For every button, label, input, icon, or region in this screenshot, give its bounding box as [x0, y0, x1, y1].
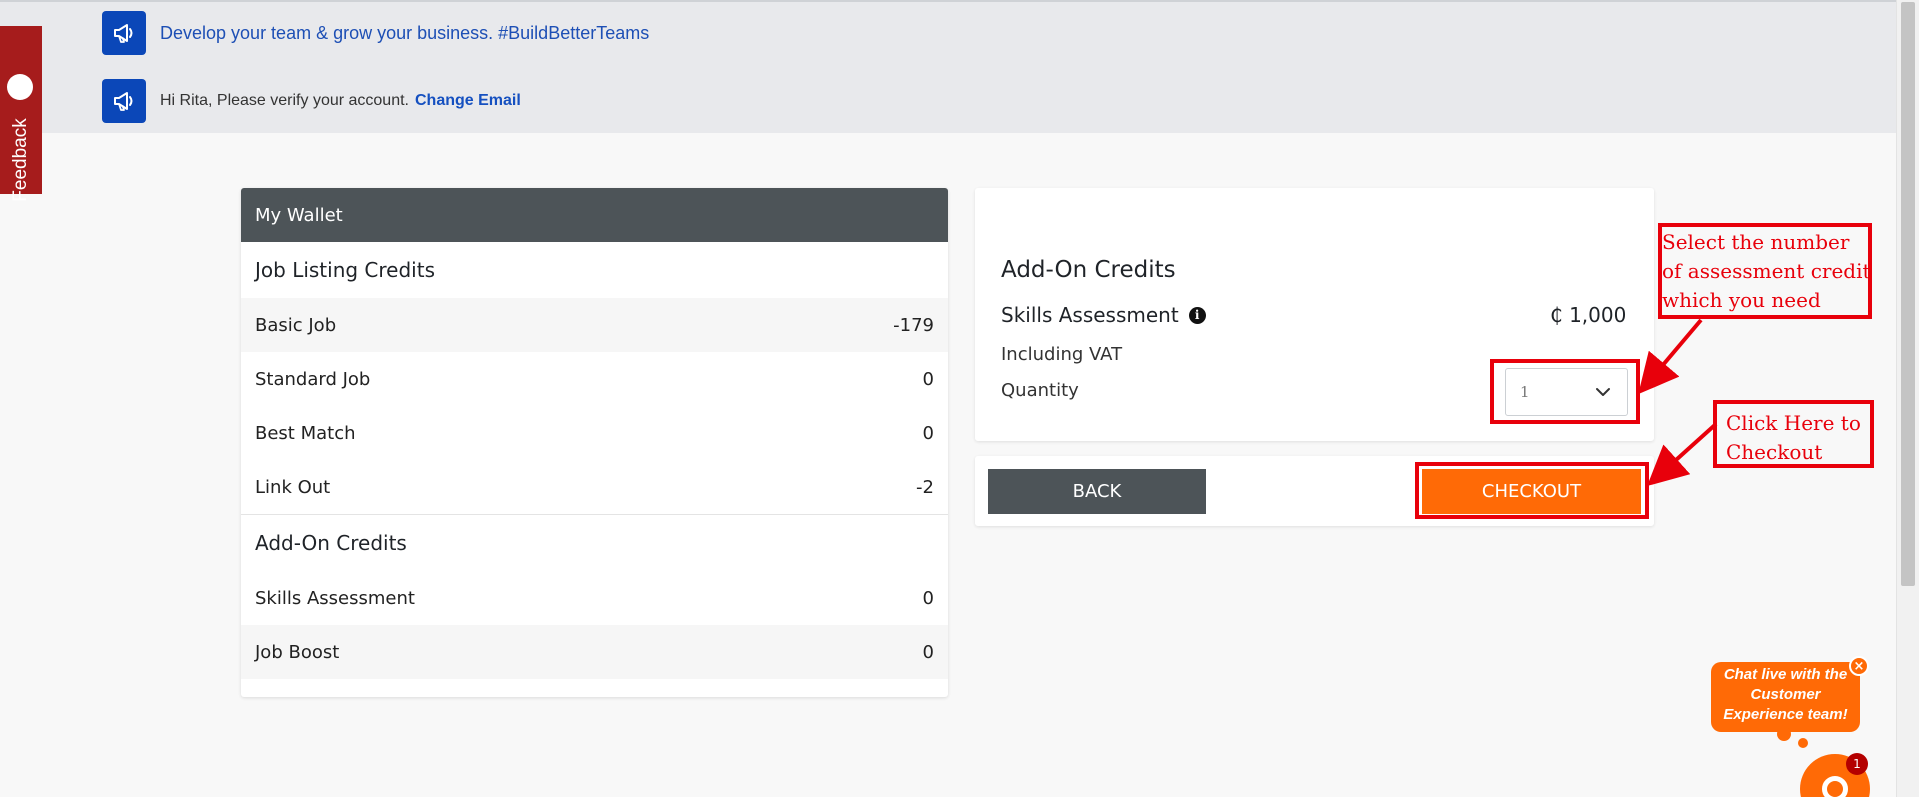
annotation-box-quantity-select [1490, 359, 1640, 424]
feedback-label: Feedback [10, 118, 31, 202]
wallet-row-label: Job Boost [255, 641, 340, 663]
chat-icon [1822, 776, 1848, 797]
annotation-line: Select the number [1662, 230, 1850, 254]
notice-build-teams: Develop your team & grow your business. … [102, 11, 649, 55]
wallet-row-label: Best Match [255, 422, 356, 444]
addon-purchase-title: Add-On Credits [1001, 257, 1176, 283]
wallet-row-value: 0 [922, 368, 934, 390]
megaphone-icon [102, 11, 146, 55]
info-icon[interactable]: i [1188, 306, 1206, 324]
wallet-row-label: Skills Assessment [255, 587, 415, 609]
wallet-row-label: Link Out [255, 476, 331, 498]
wallet-row-skills-assessment: Skills Assessment 0 [241, 571, 948, 625]
arrow-to-quantity [1638, 318, 1703, 395]
annotation-line: which you need [1662, 288, 1821, 312]
notice-text: Hi Rita, Please verify your account. [160, 92, 409, 109]
wallet-row-job-boost: Job Boost 0 [241, 625, 948, 679]
annotation-box-checkout [1415, 462, 1649, 519]
chat-notification-badge: 1 [1846, 753, 1868, 775]
change-email-link[interactable]: Change Email [415, 92, 521, 110]
item-price: ₵ 1,000 [1550, 303, 1627, 327]
scrollbar[interactable] [1896, 0, 1919, 797]
quantity-label: Quantity [1001, 380, 1079, 401]
addon-credits-title: Add-On Credits [255, 531, 407, 555]
skills-assessment-item: Skills Assessment i [1001, 303, 1206, 327]
annotation-checkout-note: Click Here to Checkout [1726, 409, 1861, 467]
feedback-bubble-icon [7, 74, 33, 100]
scrollbar-thumb[interactable] [1901, 2, 1915, 586]
arrow-to-checkout [1647, 422, 1718, 487]
wallet-row-label: Standard Job [255, 368, 371, 390]
wallet-row-value: 0 [922, 587, 934, 609]
wallet-row-basic-job: Basic Job -179 [241, 298, 948, 352]
chat-tail-dot [1798, 738, 1808, 748]
chat-tail-dot [1777, 727, 1791, 741]
item-name: Skills Assessment [1001, 303, 1179, 327]
annotation-line: Checkout [1726, 440, 1823, 464]
wallet-row-label: Basic Job [255, 314, 337, 336]
feedback-tab[interactable]: Feedback [0, 26, 42, 202]
wallet-row-value: -179 [893, 314, 934, 336]
chat-close-icon[interactable]: × [1849, 656, 1869, 676]
wallet-card: My Wallet Job Listing Credits Basic Job … [241, 188, 948, 697]
notice-text: Develop your team & grow your business. … [160, 22, 650, 43]
annotation-quantity-note: Select the number of assessment credit w… [1662, 228, 1871, 315]
chat-bubble[interactable]: Chat live with the Customer Experience t… [1711, 662, 1860, 732]
back-button[interactable]: BACK [988, 469, 1206, 514]
vat-note: Including VAT [1001, 344, 1123, 365]
wallet-title: My Wallet [241, 188, 948, 242]
chat-line: Chat live with the [1723, 666, 1848, 683]
wallet-row-value: 0 [922, 422, 934, 444]
notice-verify-account: Hi Rita, Please verify your account. Cha… [102, 79, 521, 123]
job-listing-credits-title: Job Listing Credits [255, 258, 435, 282]
notice-area: Develop your team & grow your business. … [0, 0, 1896, 133]
annotation-line: Click Here to [1726, 411, 1861, 435]
wallet-row-link-out: Link Out -2 [241, 460, 948, 514]
wallet-row-value: 0 [922, 641, 934, 663]
megaphone-icon [102, 79, 146, 123]
chat-line: Customer [1750, 686, 1821, 703]
wallet-row-best-match: Best Match 0 [241, 406, 948, 460]
wallet-row-standard-job: Standard Job 0 [241, 352, 948, 406]
annotation-line: of assessment credit [1662, 259, 1871, 283]
wallet-row-value: -2 [916, 476, 934, 498]
chat-line: Experience team! [1723, 706, 1848, 723]
